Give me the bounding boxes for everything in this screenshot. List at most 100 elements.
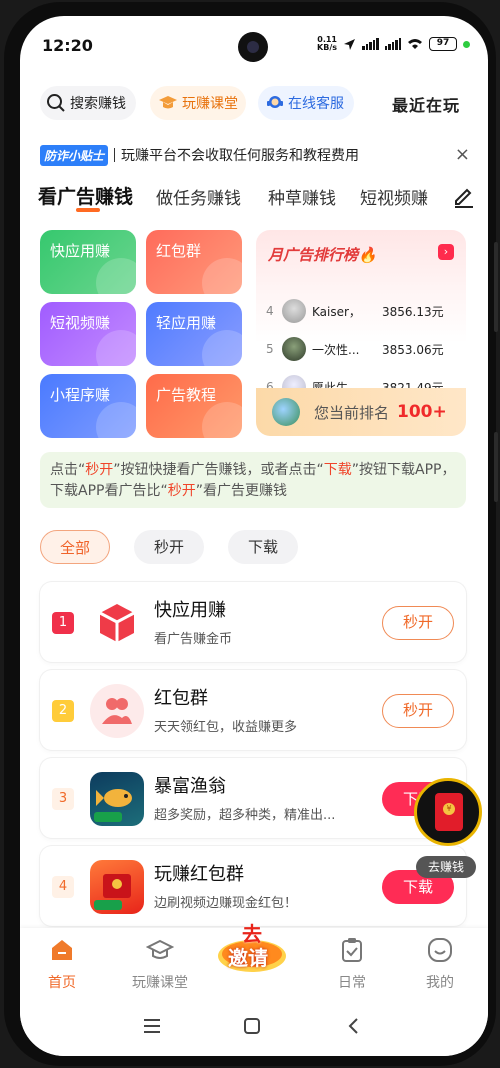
- nav-daily[interactable]: 日常: [312, 936, 392, 992]
- ranking-name: Kaiser，: [312, 304, 361, 319]
- nav-mine-label: 我的: [426, 975, 454, 991]
- recent-played-button[interactable]: 最近在玩: [392, 92, 460, 116]
- list-item[interactable]: 3 暴富渔翁 超多奖励，超多种类，精准出... 下载: [40, 758, 466, 838]
- anti-fraud-tip: 防诈小贴士 玩赚平台不会收取任何服务和教程费用 ×: [40, 144, 470, 166]
- filter-instant[interactable]: 秒开: [134, 530, 204, 564]
- item-desc: 看广告赚金币: [154, 632, 233, 647]
- nav-home[interactable]: 首页: [22, 936, 102, 992]
- floating-red-packet[interactable]: [414, 778, 482, 846]
- avatar: [282, 299, 306, 323]
- item-name: 红包群: [154, 688, 208, 709]
- signal-icon-2: [384, 38, 401, 50]
- tile-short-video[interactable]: 短视频赚: [40, 302, 136, 366]
- customer-service-icon: [267, 96, 283, 108]
- tile-quick-app[interactable]: 快应用赚: [40, 230, 136, 294]
- fish-app-icon: [90, 772, 144, 826]
- tile-ad-tutorial[interactable]: 广告教程: [146, 374, 242, 438]
- signal-icon: [362, 38, 379, 50]
- ranking-amount: 3856.13元: [382, 304, 444, 319]
- course-button[interactable]: 玩赚课堂: [150, 86, 246, 120]
- smile-icon: [428, 938, 452, 962]
- nav-course-label: 玩赚课堂: [132, 975, 188, 991]
- ranking-title: 月广告排行榜🔥: [268, 246, 377, 264]
- tip-text: 玩赚平台不会收取任何服务和教程费用: [121, 148, 360, 164]
- pencil-icon: [455, 188, 473, 208]
- nav-home-label: 首页: [48, 975, 76, 991]
- search-button[interactable]: 搜索赚钱: [40, 86, 136, 120]
- menu-icon[interactable]: [142, 1016, 162, 1036]
- cube-icon: [90, 596, 144, 650]
- usage-hint: 点击“秒开”按钮快捷看广告赚钱，或者点击“下载”按钮下载APP，下载APP看广告…: [40, 452, 466, 508]
- graduation-cap-icon: [159, 96, 177, 109]
- chevron-right-icon[interactable]: ›: [438, 244, 454, 260]
- service-button[interactable]: 在线客服: [258, 86, 354, 120]
- rank-badge: 4: [52, 876, 74, 898]
- group-icon: [90, 684, 144, 738]
- open-button[interactable]: 秒开: [382, 694, 454, 728]
- my-rank-label: 您当前排名: [314, 403, 390, 422]
- list-item[interactable]: 2 红包群 天天领红包，收益赚更多 秒开: [40, 670, 466, 750]
- volume-button: [494, 242, 498, 332]
- hint-text: ”按钮快捷看广告赚钱，或者点击“: [113, 462, 324, 478]
- tab-watch-ads[interactable]: 看广告赚钱: [38, 182, 133, 209]
- hint-text: ”看广告更赚钱: [195, 483, 287, 499]
- course-label: 玩赚课堂: [182, 96, 238, 112]
- status-icons: 0.11 KB/s 97: [317, 36, 470, 52]
- rank-badge: 3: [52, 788, 74, 810]
- open-button[interactable]: 秒开: [382, 606, 454, 640]
- home-icon: [52, 940, 72, 960]
- filter-download[interactable]: 下载: [228, 530, 298, 564]
- screen: 12:20 0.11 KB/s 97 搜索赚钱 玩赚课堂 在线客服 最近在玩 防…: [20, 16, 488, 1056]
- ranking-row: 4 Kaiser， 3856.13元: [266, 298, 456, 324]
- search-label: 搜索赚钱: [70, 96, 126, 112]
- item-desc: 边刷视频边赚现金红包！: [154, 896, 298, 911]
- red-packet-app-icon: [90, 860, 144, 914]
- bottom-nav: 首页 玩赚课堂 去 邀请 日常 我的: [20, 922, 488, 1000]
- back-icon[interactable]: [344, 1016, 364, 1036]
- item-name: 暴富渔翁: [154, 776, 226, 797]
- tab-grass[interactable]: 种草赚钱: [268, 184, 336, 209]
- rank-badge: 2: [52, 700, 74, 722]
- location-icon: [344, 38, 355, 50]
- net-speed: 0.11 KB/s: [317, 36, 337, 52]
- power-button: [494, 432, 498, 502]
- phone-frame: 12:20 0.11 KB/s 97 搜索赚钱 玩赚课堂 在线客服 最近在玩 防…: [4, 2, 498, 1066]
- nav-daily-label: 日常: [338, 975, 366, 991]
- avatar: [282, 337, 306, 361]
- tile-light-app[interactable]: 轻应用赚: [146, 302, 242, 366]
- item-desc: 天天领红包，收益赚更多: [154, 720, 298, 735]
- nav-mine[interactable]: 我的: [400, 936, 480, 992]
- front-camera: [238, 32, 268, 62]
- list-item[interactable]: 1 快应用赚 看广告赚金币 秒开: [40, 582, 466, 662]
- item-name: 玩赚红包群: [154, 864, 244, 885]
- home-square-icon[interactable]: [242, 1016, 262, 1036]
- invite-bottom-label: 邀请: [228, 946, 268, 970]
- tile-red-packet-group[interactable]: 红包群: [146, 230, 242, 294]
- edit-tabs-button[interactable]: [452, 184, 478, 210]
- ranking-amount: 3853.06元: [382, 342, 444, 357]
- avatar: [272, 398, 300, 426]
- red-packet-icon: [435, 793, 463, 831]
- clock: 12:20: [42, 36, 93, 55]
- tip-divider: [114, 148, 116, 162]
- rank-badge: 1: [52, 612, 74, 634]
- ranking-name: 一次性...: [312, 342, 360, 357]
- item-desc: 超多奖励，超多种类，精准出...: [154, 808, 336, 823]
- invite-button[interactable]: 去 邀请: [216, 912, 288, 984]
- monthly-ranking-card[interactable]: 月广告排行榜🔥 › 4 Kaiser， 3856.13元 5 一次性... 38…: [256, 230, 466, 436]
- status-bar: 12:20 0.11 KB/s 97: [20, 16, 488, 72]
- hint-highlight: 下载: [323, 462, 352, 478]
- item-name: 快应用赚: [154, 600, 226, 621]
- ranking-row: 5 一次性... 3853.06元: [266, 336, 456, 362]
- nav-course[interactable]: 玩赚课堂: [120, 936, 200, 992]
- service-label: 在线客服: [288, 96, 344, 112]
- tile-mini-program[interactable]: 小程序赚: [40, 374, 136, 438]
- floating-earn-label[interactable]: 去赚钱: [416, 856, 476, 878]
- search-icon: [47, 94, 65, 112]
- tab-tasks[interactable]: 做任务赚钱: [156, 184, 241, 209]
- tab-short-video[interactable]: 短视频赚: [360, 184, 446, 209]
- filter-all[interactable]: 全部: [40, 530, 110, 564]
- ranking-number: 4: [266, 304, 274, 318]
- close-icon[interactable]: ×: [455, 144, 470, 165]
- privacy-dot: [463, 40, 470, 48]
